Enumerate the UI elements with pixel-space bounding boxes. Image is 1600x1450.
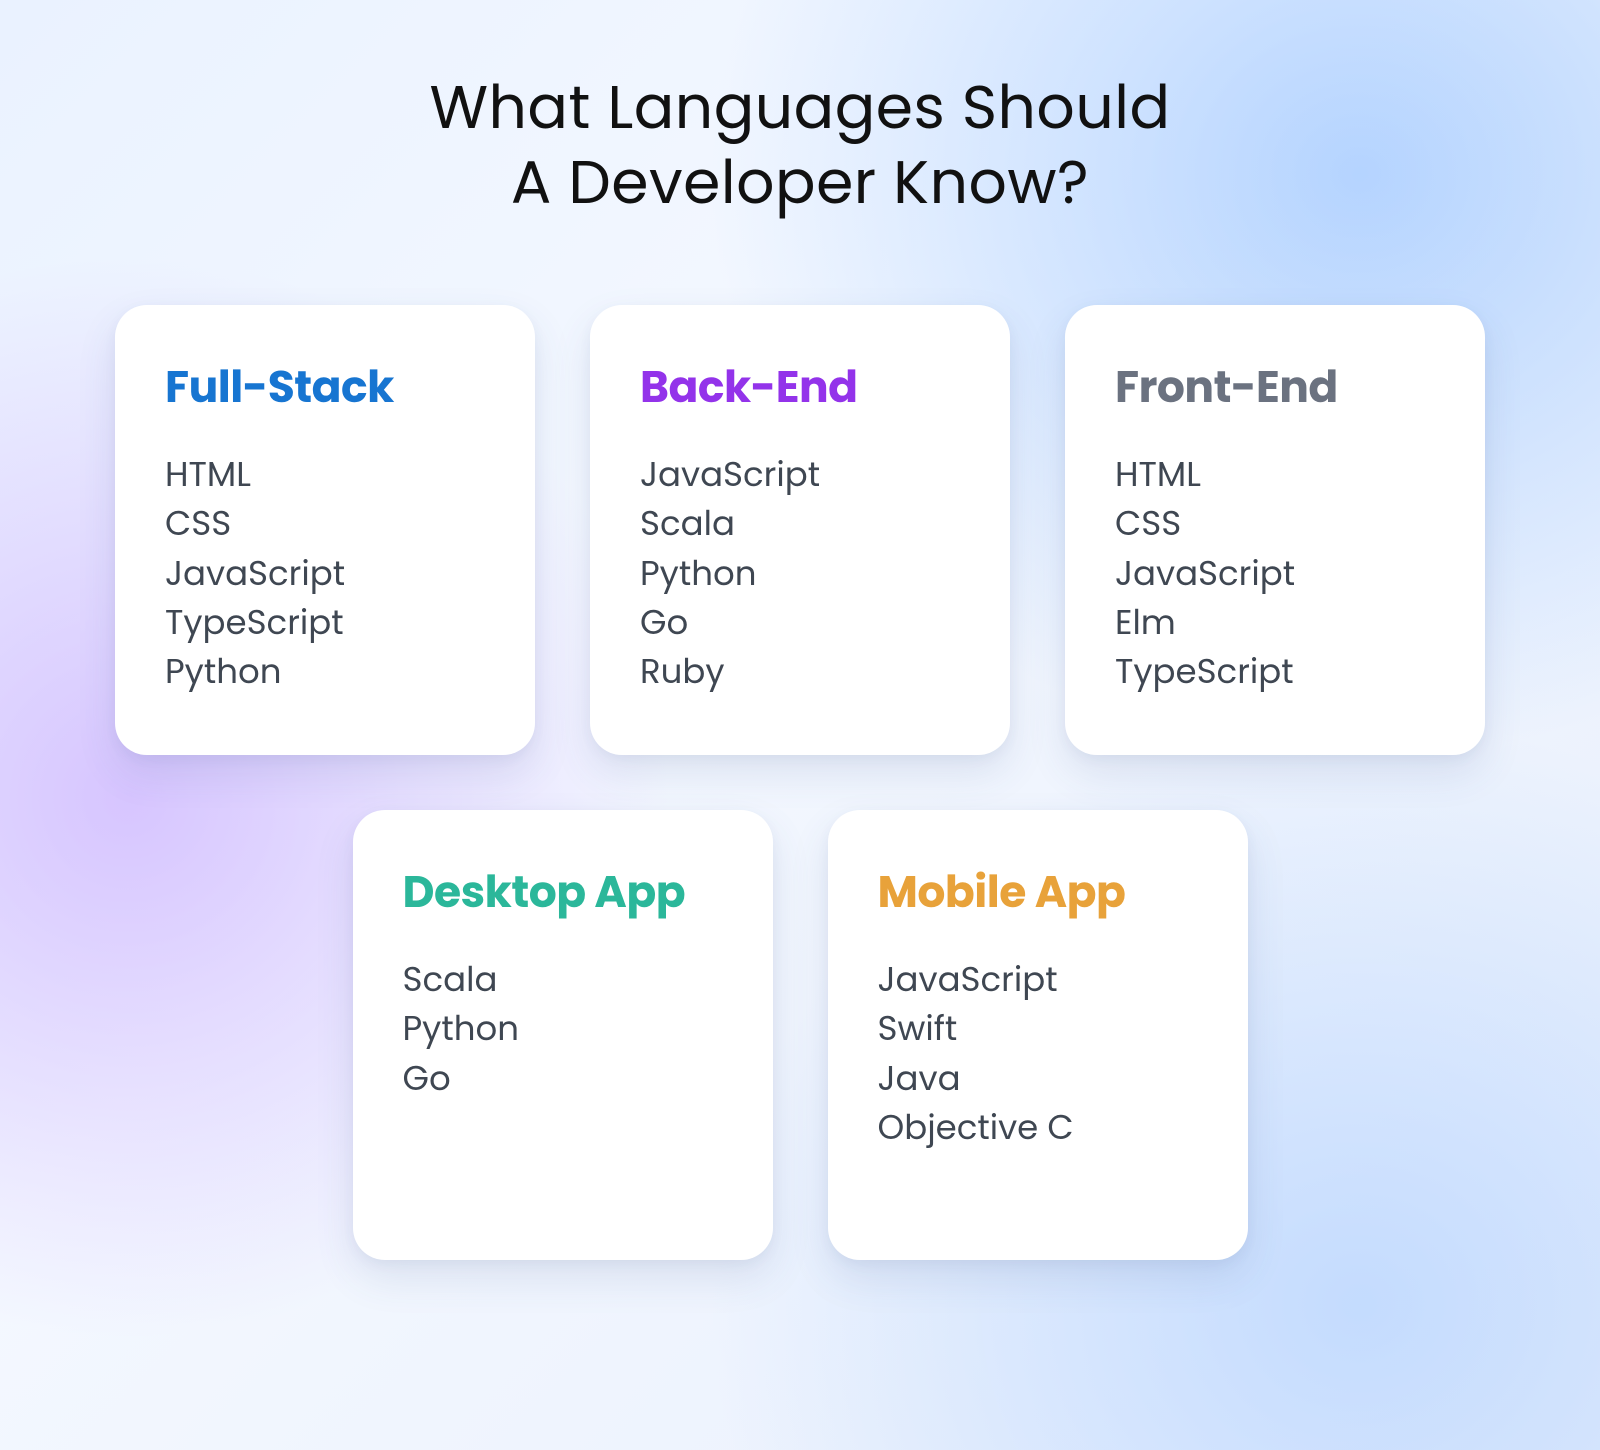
list-item: HTML <box>1115 450 1435 499</box>
page-title: What Languages Should A Developer Know? <box>429 70 1170 220</box>
card-list-backend: JavaScriptScalaPythonGoRuby <box>640 450 960 696</box>
card-title-fullstack: Full-Stack <box>165 355 485 420</box>
cards-container: Full-StackHTMLCSSJavaScriptTypeScriptPyt… <box>115 305 1485 1260</box>
list-item: Go <box>640 598 960 647</box>
list-item: CSS <box>1115 499 1435 548</box>
card-mobile: Mobile App JavaScriptSwiftJavaObjective C <box>828 810 1248 1260</box>
card-backend: Back-End JavaScriptScalaPythonGoRuby <box>590 305 1010 755</box>
card-list-mobile: JavaScriptSwiftJavaObjective C <box>878 955 1198 1152</box>
list-item: Ruby <box>640 647 960 696</box>
list-item: HTML <box>165 450 485 499</box>
card-list-desktop: ScalaPythonGo <box>403 955 723 1103</box>
card-frontend: Front-End HTMLCSSJavaScriptElmTypeScript <box>1065 305 1485 755</box>
list-item: TypeScript <box>165 598 485 647</box>
list-item: Java <box>878 1054 1198 1103</box>
list-item: Scala <box>403 955 723 1004</box>
list-item: JavaScript <box>165 549 485 598</box>
card-fullstack: Full-Stack HTMLCSSJavaScriptTypeScriptPyt… <box>115 305 535 755</box>
card-title-desktop: Desktop App <box>403 860 723 925</box>
list-item: Python <box>640 549 960 598</box>
list-item: TypeScript <box>1115 647 1435 696</box>
card-title-backend: Back-End <box>640 355 960 420</box>
list-item: JavaScript <box>1115 549 1435 598</box>
card-title-frontend: Front-End <box>1115 355 1435 420</box>
card-row-2: Desktop AppScalaPythonGoMobile AppJavaSc… <box>353 810 1248 1260</box>
page-title-line2: A Developer Know? <box>511 140 1089 224</box>
card-list-frontend: HTMLCSSJavaScriptElmTypeScript <box>1115 450 1435 696</box>
card-row-1: Full-StackHTMLCSSJavaScriptTypeScriptPyt… <box>115 305 1485 755</box>
card-title-mobile: Mobile App <box>878 860 1198 925</box>
list-item: Swift <box>878 1004 1198 1053</box>
list-item: JavaScript <box>640 450 960 499</box>
list-item: Python <box>165 647 485 696</box>
list-item: JavaScript <box>878 955 1198 1004</box>
list-item: Elm <box>1115 598 1435 647</box>
list-item: Scala <box>640 499 960 548</box>
list-item: Go <box>403 1054 723 1103</box>
list-item: Objective C <box>878 1103 1198 1152</box>
card-desktop: Desktop App ScalaPythonGo <box>353 810 773 1260</box>
page-title-line1: What Languages Should <box>429 65 1170 149</box>
card-list-fullstack: HTMLCSSJavaScriptTypeScriptPython <box>165 450 485 696</box>
list-item: CSS <box>165 499 485 548</box>
list-item: Python <box>403 1004 723 1053</box>
